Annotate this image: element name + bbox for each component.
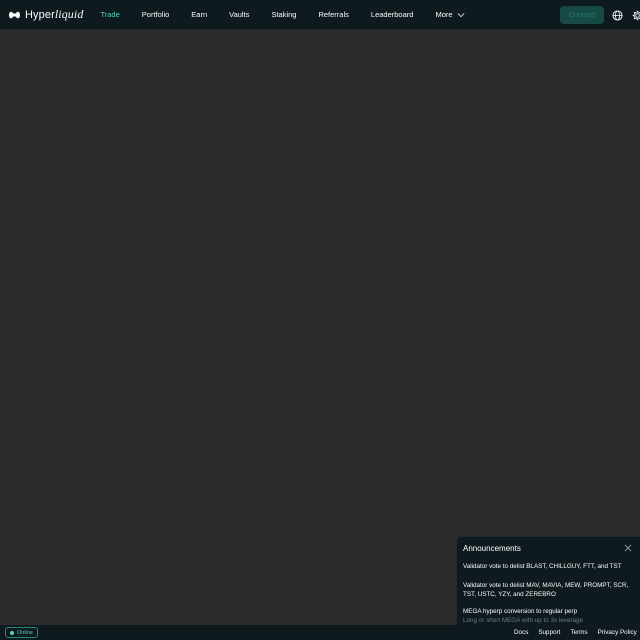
brand-logo[interactable]: Hyperliquid <box>8 7 83 22</box>
announcement-item[interactable]: Validator vote to delist MAV, MAVIA, MEW… <box>463 581 635 599</box>
nav-item-trade[interactable]: Trade <box>100 10 119 19</box>
footer-bar: Online Docs Support Terms Privacy Policy <box>0 625 640 640</box>
nav-item-more[interactable]: More <box>435 10 465 19</box>
connect-button[interactable]: Connect <box>560 6 604 24</box>
footer-link-terms[interactable]: Terms <box>570 629 587 636</box>
nav-item-staking[interactable]: Staking <box>271 10 296 19</box>
status-dot-icon <box>10 630 14 635</box>
gear-icon <box>632 10 640 20</box>
language-button[interactable] <box>610 8 624 22</box>
nav-item-referrals[interactable]: Referrals <box>318 10 348 19</box>
status-label: Online <box>17 629 33 636</box>
header-tools: Connect <box>560 0 640 30</box>
nav-item-earn[interactable]: Earn <box>191 10 207 19</box>
footer-link-support[interactable]: Support <box>538 629 560 636</box>
nav-more-label: More <box>435 10 453 19</box>
announcement-subtitle: Long or short MEGA with up to 3x leverag… <box>463 617 584 624</box>
footer-link-privacy[interactable]: Privacy Policy <box>598 629 637 636</box>
announcement-title: Validator vote to delist BLAST, CHILLGUY… <box>463 563 622 570</box>
hyperliquid-logo-icon <box>9 11 20 18</box>
nav-item-vaults[interactable]: Vaults <box>229 10 249 19</box>
nav-item-portfolio[interactable]: Portfolio <box>142 10 170 19</box>
main-nav: Trade Portfolio Earn Vaults Staking Refe… <box>100 10 486 19</box>
connect-button-label: Connect <box>568 11 596 19</box>
announcement-item[interactable]: Validator vote to delist BLAST, CHILLGUY… <box>463 562 635 571</box>
footer-link-docs[interactable]: Docs <box>514 629 528 636</box>
connection-status-badge: Online <box>5 627 38 638</box>
footer-links: Docs Support Terms Privacy Policy <box>514 625 637 640</box>
chevron-down-icon <box>457 12 465 17</box>
close-icon[interactable] <box>624 544 632 552</box>
announcement-title: Validator vote to delist MAV, MAVIA, MEW… <box>463 582 629 598</box>
globe-icon <box>611 9 623 21</box>
nav-item-leaderboard[interactable]: Leaderboard <box>371 10 414 19</box>
top-navigation-bar: Hyperliquid Trade Portfolio Earn Vaults … <box>0 0 640 30</box>
settings-button[interactable] <box>630 8 640 22</box>
brand-name: Hyperliquid <box>25 7 84 21</box>
announcement-item[interactable]: MEGA hyperp conversion to regular perp L… <box>463 607 635 625</box>
announcement-title: MEGA hyperp conversion to regular perp <box>463 608 578 615</box>
announcements-title: Announcements <box>463 544 521 553</box>
